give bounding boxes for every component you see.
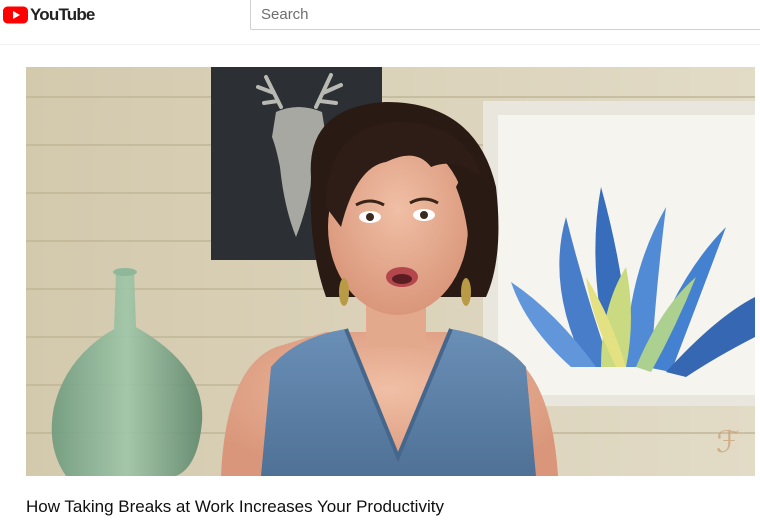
- video-player[interactable]: ℱ: [26, 67, 755, 476]
- svg-text:ℱ: ℱ: [716, 426, 740, 459]
- search-input[interactable]: [251, 0, 760, 29]
- masthead: YouTube: [0, 0, 760, 45]
- youtube-logo[interactable]: YouTube: [3, 5, 95, 25]
- youtube-play-icon: [3, 6, 28, 24]
- logo-text: YouTube: [30, 5, 95, 24]
- video-title[interactable]: How Taking Breaks at Work Increases Your…: [26, 497, 444, 517]
- video-frame: ℱ: [26, 67, 755, 476]
- search-box[interactable]: [250, 0, 760, 30]
